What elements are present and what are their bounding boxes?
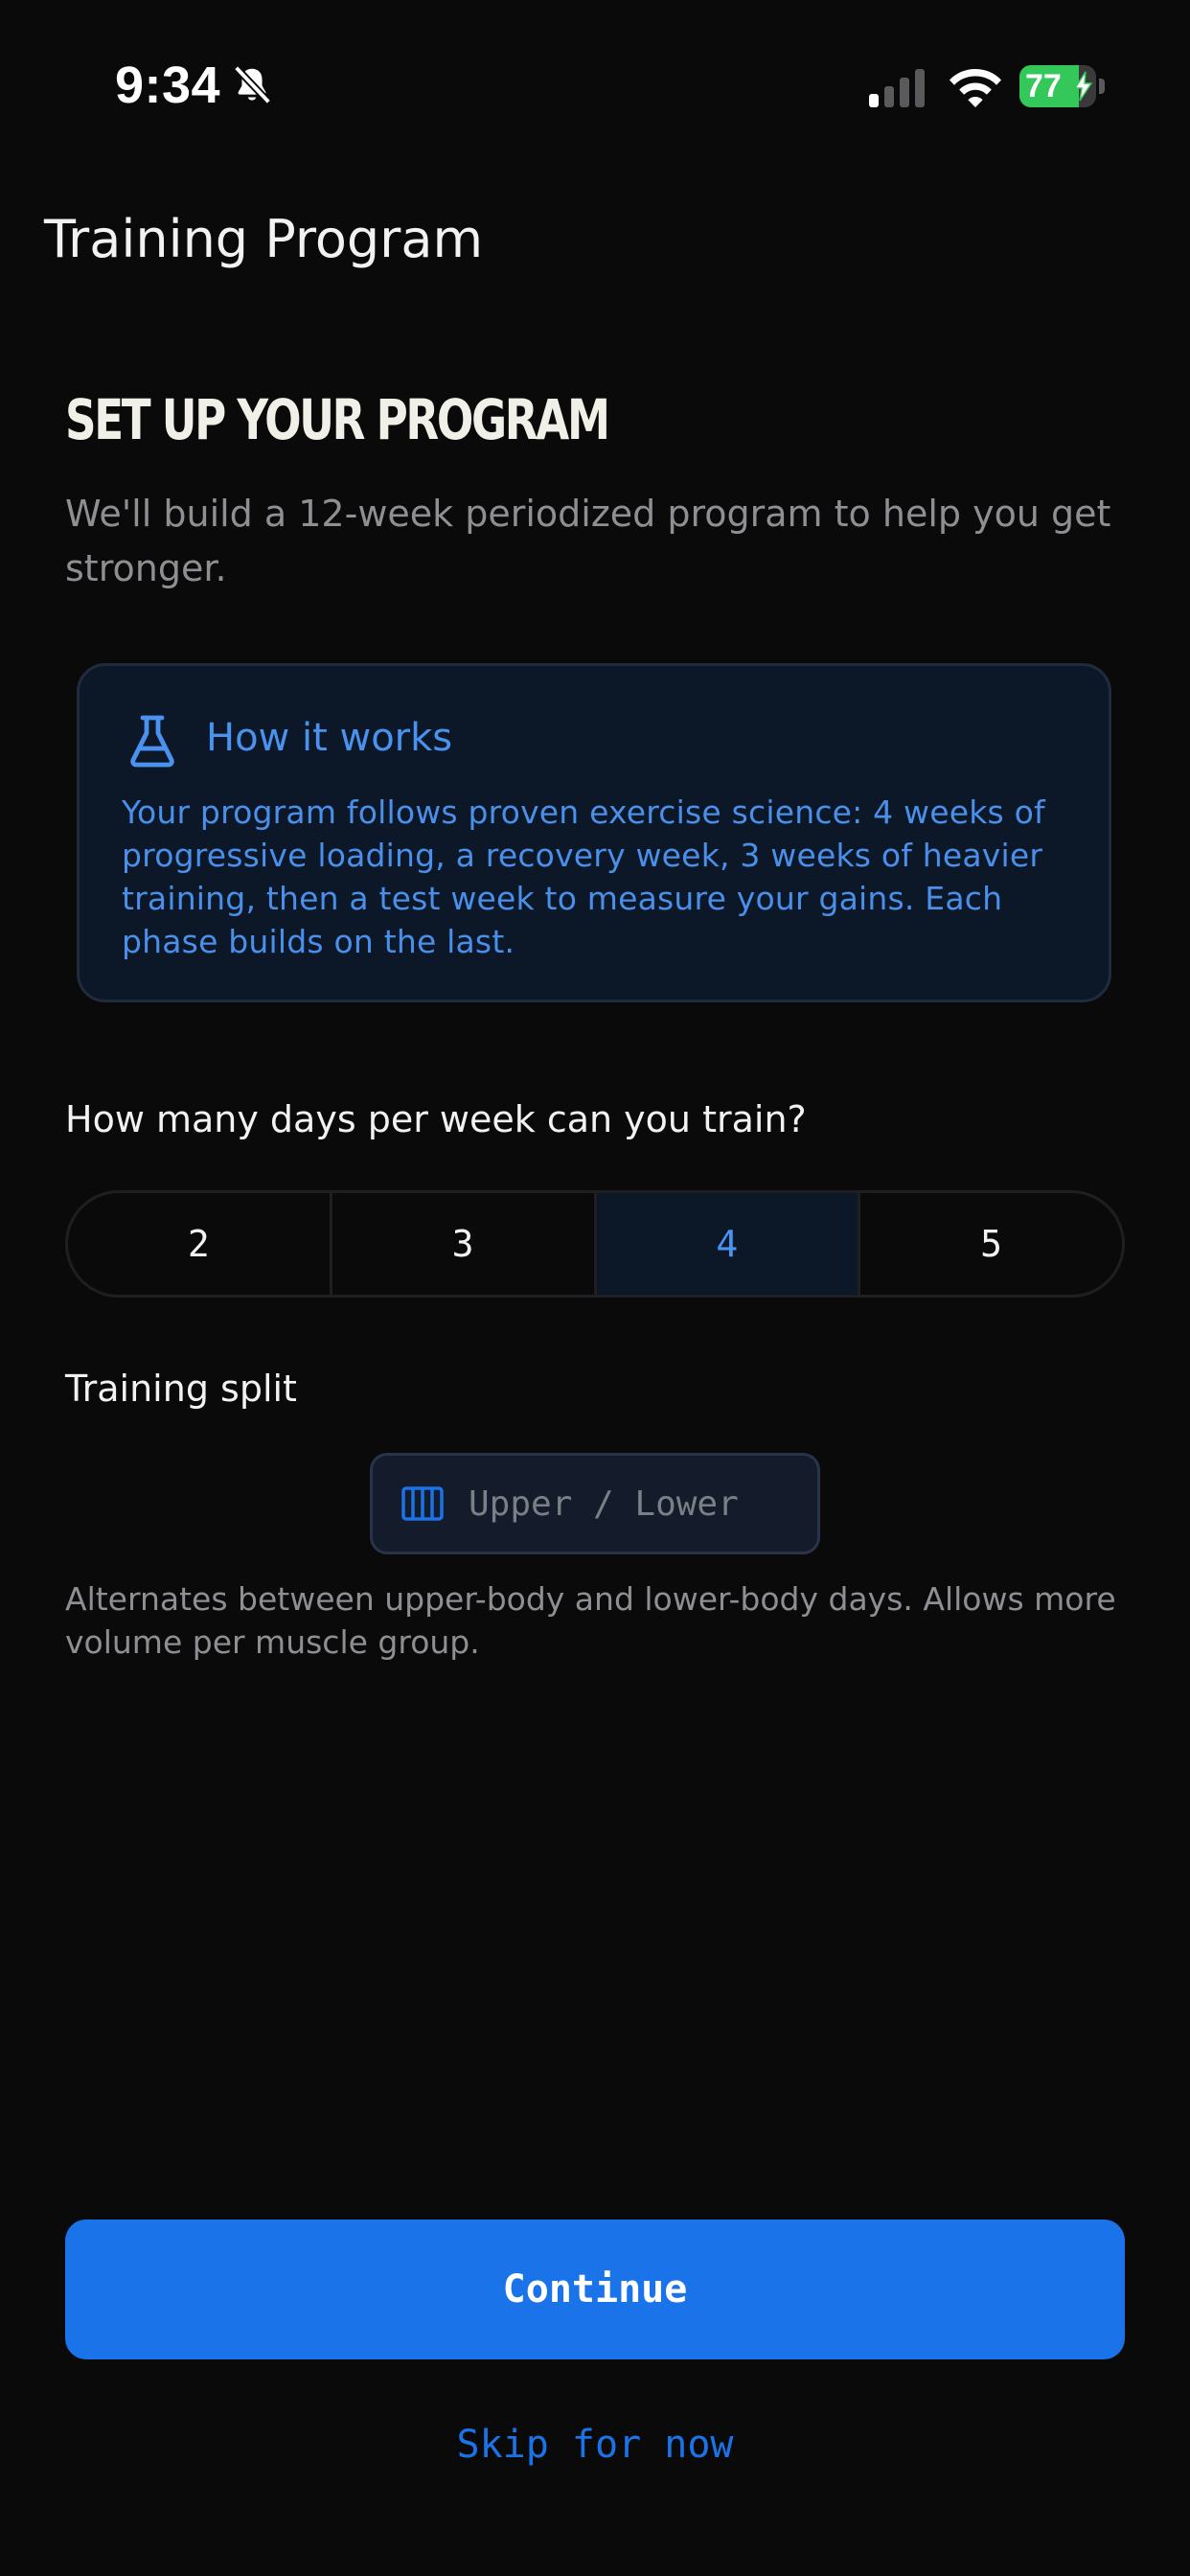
days-per-week-selector: 2345 (65, 1190, 1125, 1298)
columns-icon (401, 1486, 444, 1521)
wifi-icon (950, 69, 1001, 107)
day-option-2[interactable]: 2 (68, 1193, 332, 1295)
battery-cap (1099, 79, 1105, 94)
training-split-label: Training split (65, 1368, 297, 1410)
training-split-description: Alternates between upper-body and lower-… (65, 1580, 1116, 1661)
setup-intro: We'll build a 12-week periodized program… (65, 493, 1111, 589)
charging-bolt-icon (1073, 71, 1093, 102)
how-it-works-card: How it works Your program follows proven… (77, 663, 1111, 1002)
page-title: Training Program (44, 209, 484, 269)
day-option-5[interactable]: 5 (860, 1193, 1122, 1295)
training-split-value: Upper / Lower (469, 1484, 739, 1524)
training-split-selector[interactable]: Upper / Lower (370, 1453, 820, 1554)
day-option-4[interactable]: 4 (596, 1193, 861, 1295)
how-it-works-title: How it works (206, 716, 453, 760)
cellular-signal-icon (869, 69, 925, 107)
status-bar: 9:34 77 (0, 0, 1190, 172)
setup-heading: SET UP YOUR PROGRAM (65, 387, 610, 452)
continue-button[interactable]: Continue (65, 2220, 1125, 2359)
days-question: How many days per week can you train? (65, 1098, 807, 1140)
how-it-works-body: Your program follows proven exercise sci… (122, 794, 1045, 960)
day-option-3[interactable]: 3 (332, 1193, 597, 1295)
status-time: 9:34 (115, 57, 221, 114)
battery-percent: 77 (1025, 68, 1062, 104)
battery-icon: 77 (1019, 65, 1106, 107)
flask-icon (130, 715, 174, 768)
skip-for-now-link[interactable]: Skip for now (0, 2423, 1190, 2467)
battery-body: 77 (1019, 65, 1096, 107)
bell-slash-icon (233, 65, 272, 104)
